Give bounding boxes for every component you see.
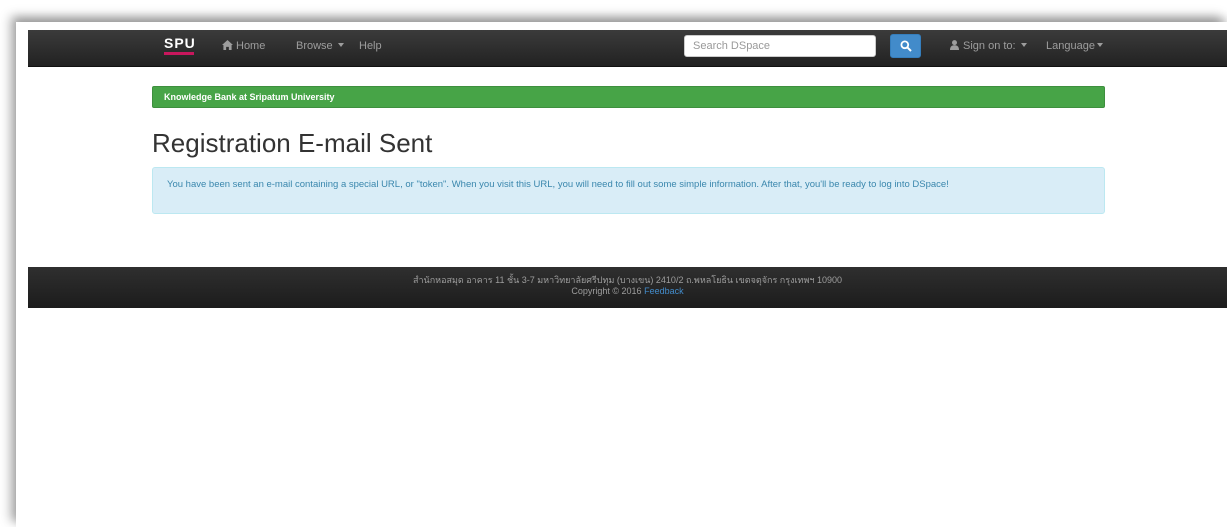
page-title: Registration E-mail Sent (152, 128, 433, 158)
nav-language-label: Language (1046, 40, 1095, 52)
search-input[interactable] (684, 35, 876, 57)
nav-home-link[interactable]: Home (222, 40, 265, 52)
home-icon (222, 40, 233, 50)
feedback-link[interactable]: Feedback (644, 286, 684, 296)
repository-banner: Knowledge Bank at Sripatum University (152, 86, 1105, 108)
nav-language-dropdown[interactable]: Language (1046, 40, 1103, 52)
brand-logo[interactable]: SPU (164, 35, 200, 61)
footer-address: สำนักหอสมุด อาคาร 11 ชั้น 3-7 มหาวิทยาลั… (413, 275, 842, 285)
brand-accent-bar (164, 52, 194, 55)
nav-browse-dropdown[interactable]: Browse (296, 40, 344, 52)
user-icon (950, 40, 959, 50)
search-icon (900, 40, 912, 52)
banner-text: Knowledge Bank at Sripatum University (164, 92, 335, 102)
caret-down-icon (337, 43, 344, 47)
top-navbar: SPU Home Browse Help Sign on to: (28, 30, 1227, 67)
search-button[interactable] (890, 34, 921, 58)
nav-signon-dropdown[interactable]: Sign on to: (950, 40, 1027, 52)
footer-copyright-line: Copyright © 2016 Feedback (28, 286, 1227, 296)
nav-browse-label: Browse (296, 40, 333, 52)
brand-text: SPU (164, 35, 196, 51)
nav-help-label: Help (359, 40, 382, 52)
footer-copyright-text: Copyright © 2016 (571, 286, 642, 296)
nav-help-link[interactable]: Help (359, 40, 382, 52)
caret-down-icon (1096, 43, 1103, 47)
page-footer: สำนักหอสมุด อาคาร 11 ชั้น 3-7 มหาวิทยาลั… (28, 267, 1227, 308)
info-alert: You have been sent an e-mail containing … (152, 167, 1105, 214)
nav-home-label: Home (236, 40, 266, 52)
nav-signon-label: Sign on to: (963, 40, 1016, 52)
browser-viewport: SPU Home Browse Help Sign on to: (16, 22, 1227, 527)
caret-down-icon (1020, 43, 1027, 47)
